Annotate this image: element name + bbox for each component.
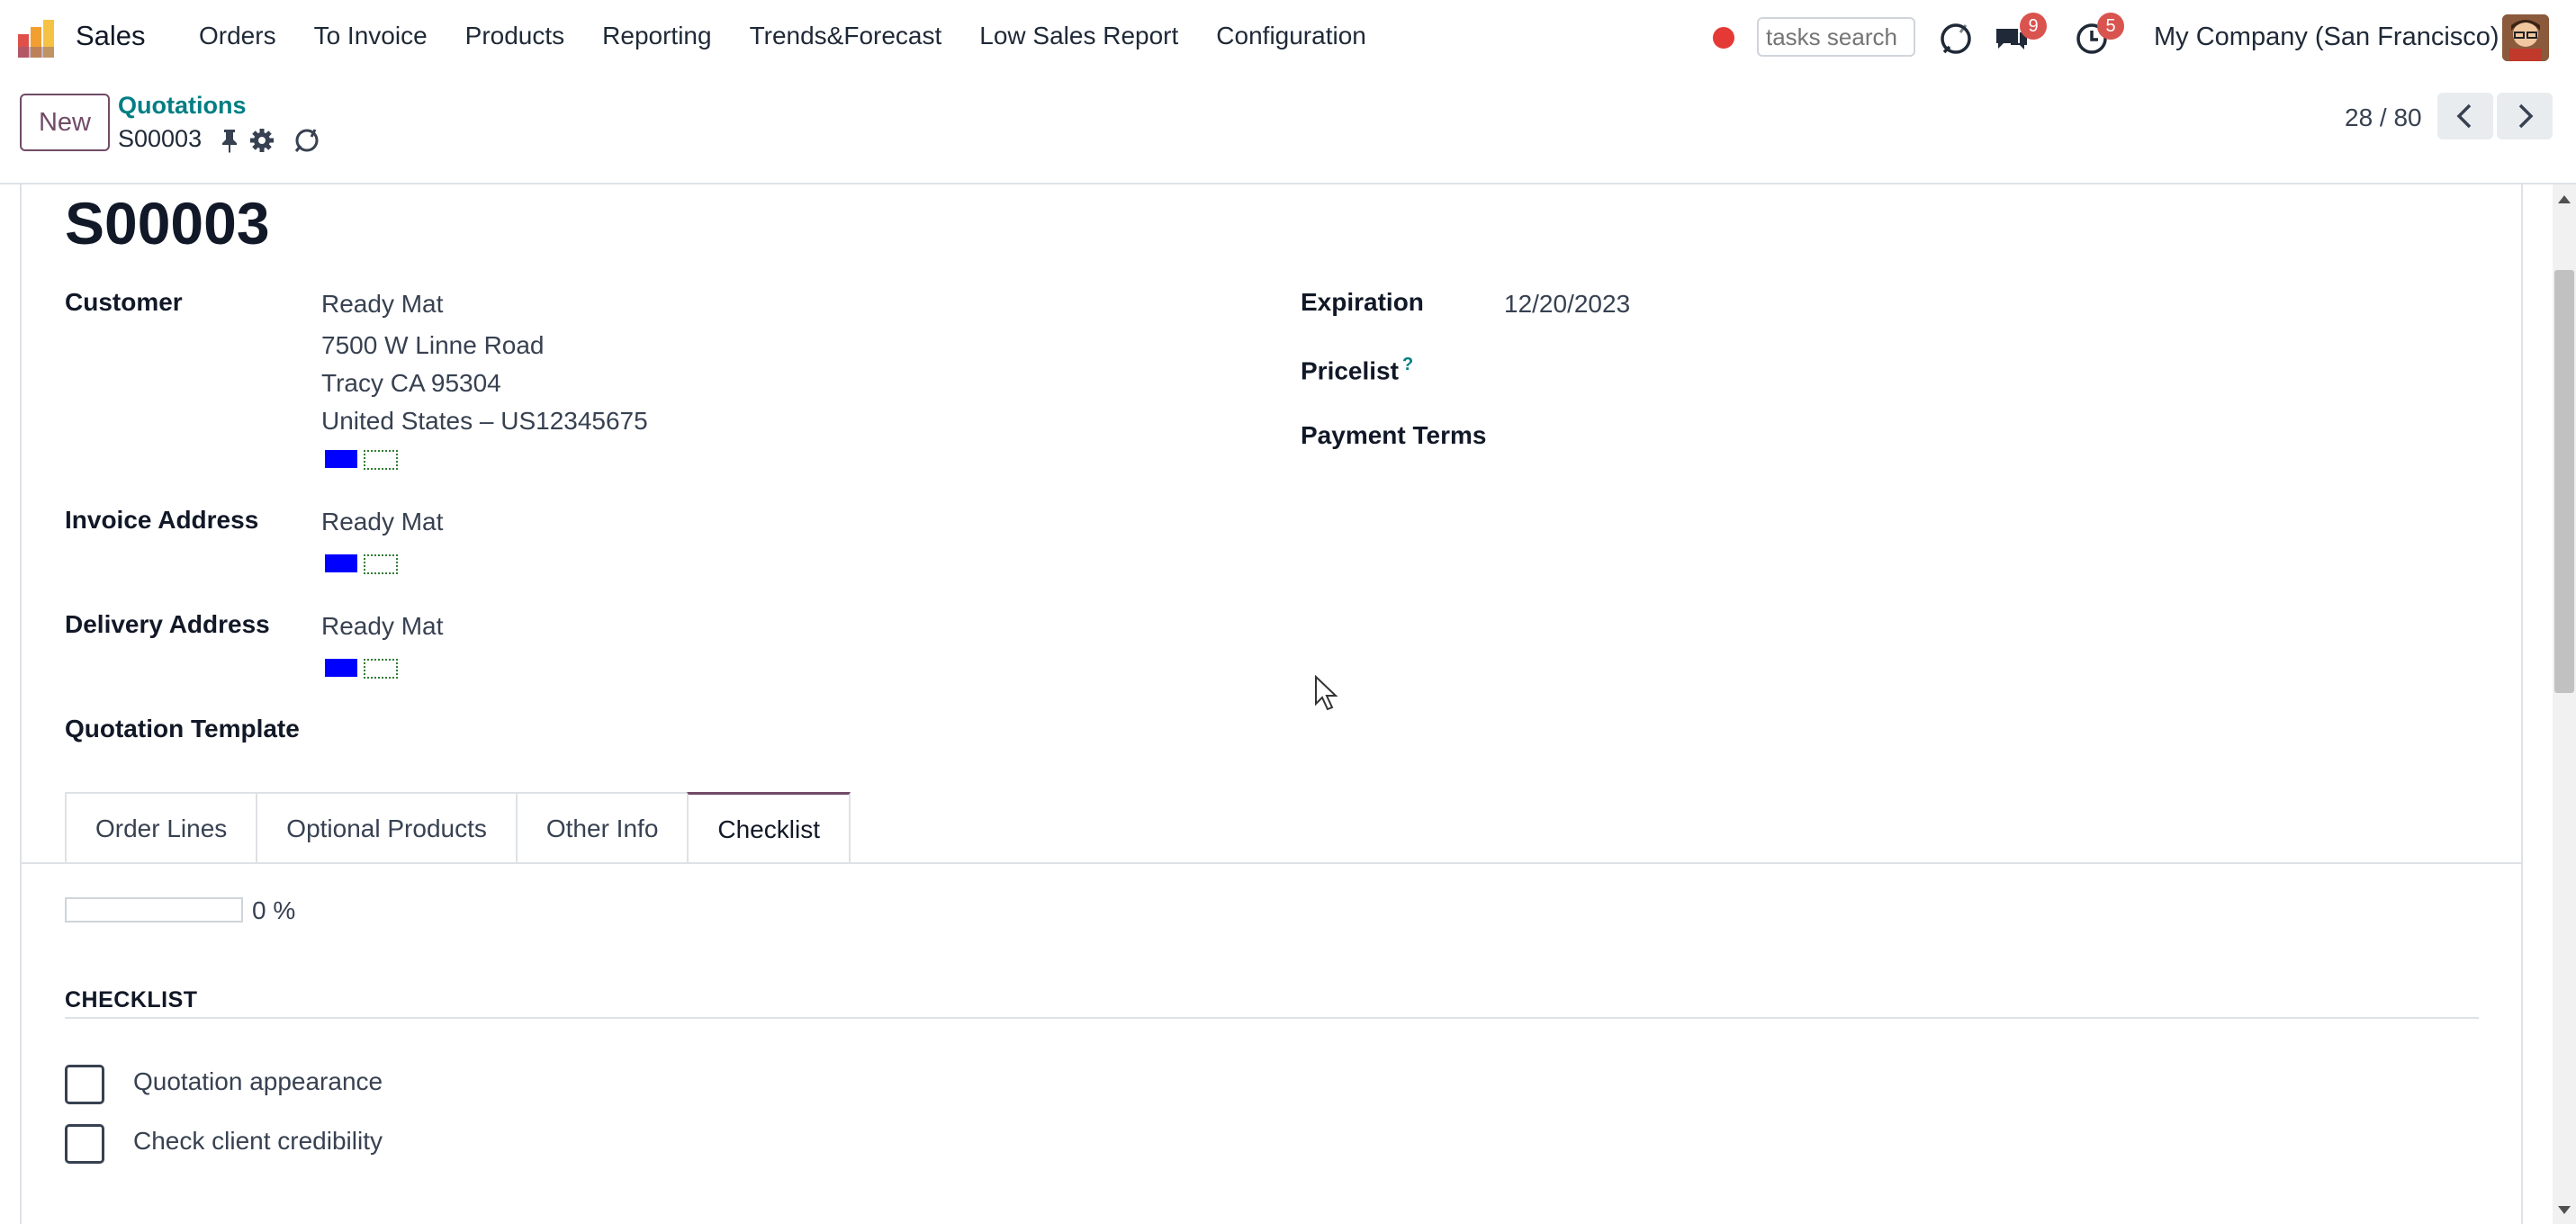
quotation-template-label: Quotation Template	[65, 715, 300, 742]
menu-products[interactable]: Products	[446, 22, 584, 50]
breadcrumb-current-record: S00003	[118, 125, 203, 152]
pager-value[interactable]: 28 / 80	[2345, 104, 2422, 132]
expiration-label: Expiration	[1301, 288, 1424, 316]
menu-to-invoice[interactable]: To Invoice	[295, 22, 446, 50]
top-navbar: Sales Orders To Invoice Products Reporti…	[0, 0, 2576, 76]
pin-icon[interactable]	[216, 127, 243, 154]
menu-low-sales-report[interactable]: Low Sales Report	[960, 22, 1197, 50]
activities-badge: 5	[2097, 13, 2124, 40]
delivery-address-label: Delivery Address	[65, 610, 270, 638]
delivery-color-swatch	[325, 659, 357, 677]
pricelist-label: Pricelist?	[1301, 355, 1414, 385]
messages-badge: 9	[2020, 13, 2047, 40]
main-menu: Orders To Invoice Products Reporting Tre…	[180, 22, 1385, 50]
menu-orders[interactable]: Orders	[180, 22, 295, 50]
scrollbar-thumb[interactable]	[2554, 270, 2574, 693]
checklist-item-label[interactable]: Check client credibility	[133, 1127, 383, 1156]
customer-address-line: 7500 W Linne Road	[321, 331, 545, 359]
delivery-address-value[interactable]: Ready Mat	[321, 612, 443, 641]
checklist-item-label[interactable]: Quotation appearance	[133, 1067, 383, 1096]
sales-app-logo-icon[interactable]	[16, 20, 58, 58]
checklist-progress-text: 0 %	[252, 896, 296, 924]
invoice-address-value[interactable]: Ready Mat	[321, 508, 443, 536]
customer-address-line: United States – US12345675	[321, 407, 648, 435]
customer-label: Customer	[65, 288, 183, 316]
menu-reporting[interactable]: Reporting	[583, 22, 730, 50]
menu-trends-forecast[interactable]: Trends&Forecast	[731, 22, 961, 50]
discard-changes-icon[interactable]	[293, 127, 320, 154]
invoice-address-label: Invoice Address	[65, 506, 259, 534]
tab-other-info[interactable]: Other Info	[515, 792, 689, 862]
tab-order-lines[interactable]: Order Lines	[65, 792, 258, 862]
notebook-tabs: Order Lines Optional Products Other Info…	[65, 792, 851, 864]
invoice-color-swatch	[325, 554, 357, 572]
customer-address-line: Tracy CA 95304	[321, 369, 501, 397]
pricelist-help-icon[interactable]: ?	[1402, 355, 1413, 374]
mouse-cursor-icon	[1314, 674, 1341, 717]
control-panel: New Quotations S00003 28 / 80	[0, 76, 2576, 184]
checkbox-check-client-credibility[interactable]	[65, 1124, 104, 1164]
tasks-search-input[interactable]	[1757, 17, 1915, 57]
pager-next-button[interactable]	[2497, 93, 2553, 140]
recording-indicator-icon[interactable]	[1713, 27, 1734, 49]
customer-name[interactable]: Ready Mat	[321, 290, 443, 319]
payment-terms-label: Payment Terms	[1301, 421, 1487, 449]
breadcrumb-quotations-link[interactable]: Quotations	[118, 92, 247, 120]
menu-configuration[interactable]: Configuration	[1197, 22, 1385, 50]
customer-color-swatch	[325, 450, 357, 468]
customer-empty-swatch	[364, 450, 398, 470]
expiration-value[interactable]: 12/20/2023	[1504, 290, 1630, 319]
chat-icon[interactable]	[1937, 20, 1975, 58]
section-divider	[65, 1017, 2479, 1019]
new-button[interactable]: New	[20, 94, 110, 151]
tab-optional-products[interactable]: Optional Products	[256, 792, 518, 862]
checklist-section-title: CHECKLIST	[65, 987, 198, 1012]
user-avatar[interactable]	[2502, 14, 2549, 61]
pager-previous-button[interactable]	[2437, 93, 2493, 140]
record-title: S00003	[65, 190, 270, 256]
checkbox-quotation-appearance[interactable]	[65, 1065, 104, 1104]
app-name[interactable]: Sales	[76, 20, 146, 52]
invoice-empty-swatch	[364, 554, 398, 574]
company-switcher[interactable]: My Company (San Francisco)	[2154, 22, 2499, 52]
tab-checklist[interactable]: Checklist	[687, 792, 851, 864]
gear-icon[interactable]	[248, 127, 275, 154]
tab-divider	[22, 862, 2521, 864]
checklist-progress-bar	[65, 897, 243, 922]
scroll-down-arrow-icon[interactable]	[2556, 1204, 2572, 1217]
delivery-empty-swatch	[364, 659, 398, 679]
scroll-up-arrow-icon[interactable]	[2556, 193, 2572, 205]
